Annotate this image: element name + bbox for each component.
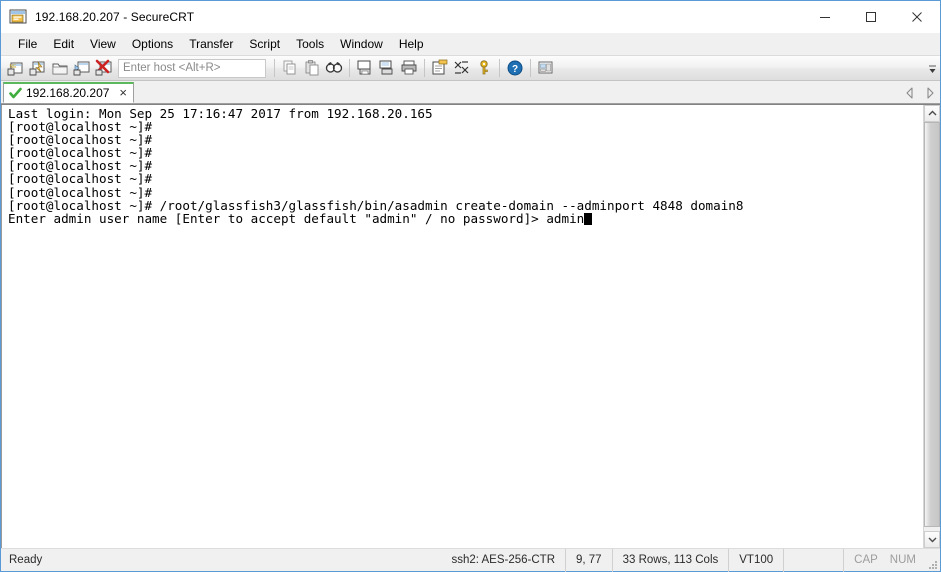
menu-script[interactable]: Script (241, 35, 288, 53)
tab-close-icon[interactable]: × (117, 86, 129, 99)
resize-grip[interactable] (926, 549, 940, 572)
scroll-down-icon[interactable] (924, 531, 940, 548)
status-bar: Ready ssh2: AES-256-CTR 9, 77 33 Rows, 1… (1, 548, 940, 572)
minimize-button[interactable] (802, 1, 848, 33)
status-caps-lock: CAP (854, 554, 878, 566)
menu-window[interactable]: Window (332, 35, 391, 53)
scroll-up-icon[interactable] (924, 105, 940, 122)
close-button[interactable] (894, 1, 940, 33)
toolbar-separator-3 (424, 59, 425, 77)
tab-label: 192.168.20.207 (26, 86, 110, 100)
find-icon[interactable] (324, 58, 344, 78)
maximize-button[interactable] (848, 1, 894, 33)
scrollbar-thumb[interactable] (924, 122, 940, 527)
svg-text:?: ? (512, 64, 518, 75)
disconnect-icon[interactable] (94, 58, 114, 78)
svg-text:NE: NE (10, 64, 18, 70)
terminal-line: [root@localhost ~]# (8, 184, 153, 200)
terminal-screen[interactable]: Last login: Mon Sep 25 17:16:47 2017 fro… (1, 105, 923, 548)
window-title: 192.168.20.207 - SecureCRT (35, 10, 195, 24)
menu-edit[interactable]: Edit (45, 35, 82, 53)
terminal-prompt-text: Enter admin user name [Enter to accept d… (8, 210, 585, 226)
terminal-cursor (584, 212, 593, 225)
help-icon[interactable]: ? (505, 58, 525, 78)
scrollbar-track[interactable] (924, 122, 940, 531)
securecrt-icon (9, 8, 27, 26)
menu-options[interactable]: Options (124, 35, 181, 53)
securecrt-window: 192.168.20.207 - SecureCRT File Edit Vie… (0, 0, 941, 572)
status-num-lock: NUM (889, 554, 916, 566)
menu-help[interactable]: Help (391, 35, 432, 53)
print-icon[interactable] (399, 58, 419, 78)
connect-sftp-tab-icon[interactable] (72, 58, 92, 78)
window-controls (802, 1, 940, 33)
terminal-prompt-line: Enter admin user name [Enter to accept d… (8, 212, 923, 225)
menu-bar: File Edit View Options Transfer Script T… (1, 33, 940, 55)
session-options-icon[interactable] (430, 58, 450, 78)
terminal-area: Last login: Mon Sep 25 17:16:47 2017 fro… (1, 104, 940, 548)
menu-tools[interactable]: Tools (288, 35, 332, 53)
status-emulation: VT100 (728, 548, 783, 572)
tab-navigation (904, 86, 936, 100)
tab-prev-icon[interactable] (904, 86, 916, 100)
toggle-chat-window-icon[interactable] (452, 58, 472, 78)
paste-icon[interactable] (302, 58, 322, 78)
toolbar-separator-4 (499, 59, 500, 77)
new-session-icon[interactable]: NE (6, 58, 26, 78)
copy-icon[interactable] (280, 58, 300, 78)
toolbar-overflow-button[interactable] (927, 60, 937, 78)
title-bar: 192.168.20.207 - SecureCRT (1, 1, 940, 33)
tile-windows-icon[interactable] (536, 58, 556, 78)
open-session-folder-icon[interactable] (50, 58, 70, 78)
toolbar-separator-2 (349, 59, 350, 77)
host-input[interactable]: Enter host <Alt+R> (118, 58, 266, 78)
tab-bar: 192.168.20.207 × (1, 81, 940, 104)
terminal-line: [root@localhost ~]# (8, 171, 153, 187)
connected-check-icon (9, 87, 22, 100)
status-protocol: ssh2: AES-256-CTR (451, 554, 555, 566)
terminal-scrollbar[interactable] (923, 105, 940, 548)
status-blank-cell (783, 548, 843, 572)
toolbar: NE Enter host <Alt+R> ? (1, 55, 940, 81)
print-screen-icon[interactable] (355, 58, 375, 78)
status-lock-indicators: CAP NUM (843, 548, 926, 572)
log-session-icon[interactable] (377, 58, 397, 78)
tab-next-icon[interactable] (924, 86, 936, 100)
tab-192-168-20-207[interactable]: 192.168.20.207 × (3, 82, 135, 103)
status-cursor-position: 9, 77 (565, 548, 612, 572)
status-dimensions: 33 Rows, 113 Cols (611, 548, 729, 572)
toolbar-separator-5 (530, 59, 531, 77)
menu-view[interactable]: View (82, 35, 124, 53)
toolbar-separator-1 (274, 59, 275, 77)
key-icon[interactable] (474, 58, 494, 78)
status-message: Ready (9, 554, 43, 566)
menu-transfer[interactable]: Transfer (181, 35, 241, 53)
menu-file[interactable]: File (10, 35, 45, 53)
quick-connect-icon[interactable] (28, 58, 48, 78)
